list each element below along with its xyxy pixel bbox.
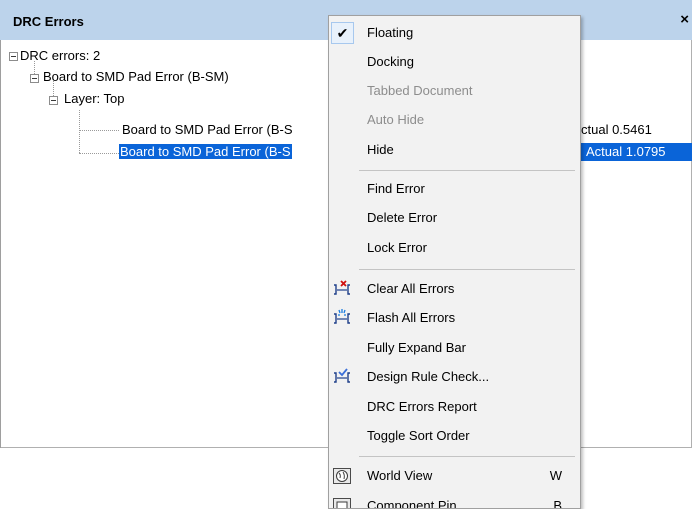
component-pin-icon [333, 498, 351, 508]
error-actual-value-selected: Actual 1.0795 [581, 143, 692, 161]
menu-item-delete-error[interactable]: Delete Error [329, 204, 580, 232]
menu-item-label: Find Error [367, 181, 425, 196]
tree-root-drc-errors[interactable]: DRC errors: 2 [20, 47, 100, 65]
menu-item-label: Flash All Errors [367, 310, 456, 325]
menu-item-tabbed-document: Tabbed Document [329, 77, 580, 105]
menu-item-hide[interactable]: Hide [329, 136, 580, 164]
menu-item-design-rule-check[interactable]: Design Rule Check... [329, 363, 580, 391]
tree-row-error-1[interactable]: Board to SMD Pad Error (B-S [122, 121, 293, 139]
menu-item-clear-all-errors[interactable]: Clear All Errors [329, 275, 580, 303]
menu-item-label: Docking [367, 54, 414, 69]
menu-item-label: Toggle Sort Order [367, 428, 470, 443]
close-icon[interactable]: × [680, 11, 689, 28]
menu-item-label: Component Pin [367, 498, 457, 509]
menu-item-find-error[interactable]: Find Error [329, 175, 580, 203]
menu-separator [359, 269, 575, 270]
context-menu: ✔ Floating Docking Tabbed Document Auto … [328, 15, 581, 509]
menu-item-docking[interactable]: Docking [329, 48, 580, 76]
menu-item-component-pin[interactable]: Component Pin B [329, 492, 580, 509]
menu-item-auto-hide: Auto Hide [329, 106, 580, 134]
tree-node-layer[interactable]: Layer: Top [64, 90, 124, 108]
tree-row-error-2[interactable]: Board to SMD Pad Error (B-S [119, 143, 292, 161]
menu-item-label: Auto Hide [367, 112, 425, 127]
menu-item-drc-errors-report[interactable]: DRC Errors Report [329, 393, 580, 421]
menu-item-lock-error[interactable]: Lock Error [329, 234, 580, 262]
menu-item-label: Delete Error [367, 210, 438, 225]
tree-node-rule[interactable]: Board to SMD Pad Error (B-SM) [43, 68, 229, 86]
menu-item-flash-all-errors[interactable]: Flash All Errors [329, 304, 580, 332]
menu-separator [359, 456, 575, 457]
tree-node-label: Board to SMD Pad Error (B-S [122, 122, 293, 137]
design-rule-check-icon [334, 368, 350, 383]
menu-item-label: Floating [367, 25, 414, 40]
tree-connector [79, 130, 119, 131]
clear-errors-icon [334, 280, 350, 295]
menu-item-label: Tabbed Document [367, 83, 473, 98]
tree-node-label: Board to SMD Pad Error (B-SM) [43, 69, 229, 84]
collapse-icon[interactable] [30, 74, 39, 83]
menu-item-label: DRC Errors Report [367, 399, 477, 414]
flash-errors-icon [334, 309, 350, 324]
menu-item-fully-expand-bar[interactable]: Fully Expand Bar [329, 334, 580, 362]
menu-item-label: Hide [367, 142, 394, 157]
menu-separator [359, 170, 575, 171]
menu-item-label: Fully Expand Bar [367, 340, 466, 355]
shortcut-key: W [549, 468, 562, 483]
panel-border [0, 40, 1, 448]
checkmark-icon: ✔ [331, 22, 354, 44]
menu-item-world-view[interactable]: World View W [329, 462, 580, 490]
tree-node-label: DRC errors: 2 [20, 48, 101, 63]
tree-node-label-selected: Board to SMD Pad Error (B-S [119, 144, 292, 159]
menu-item-label: Design Rule Check... [367, 369, 490, 384]
collapse-icon[interactable] [49, 96, 58, 105]
shortcut-key: B [553, 498, 562, 509]
collapse-icon[interactable] [9, 52, 18, 61]
menu-item-label: Lock Error [367, 240, 427, 255]
tree-connector [79, 153, 119, 154]
menu-item-toggle-sort-order[interactable]: Toggle Sort Order [329, 422, 580, 450]
tree-node-label: Layer: Top [64, 91, 125, 106]
menu-item-label: World View [367, 468, 433, 483]
menu-item-label: Clear All Errors [367, 281, 455, 296]
error-actual-value: ctual 0.5461 [581, 122, 652, 137]
panel-title: DRC Errors [13, 14, 84, 29]
menu-item-floating[interactable]: ✔ Floating [329, 19, 580, 47]
world-view-icon [333, 468, 351, 484]
tree-connector [79, 110, 80, 153]
